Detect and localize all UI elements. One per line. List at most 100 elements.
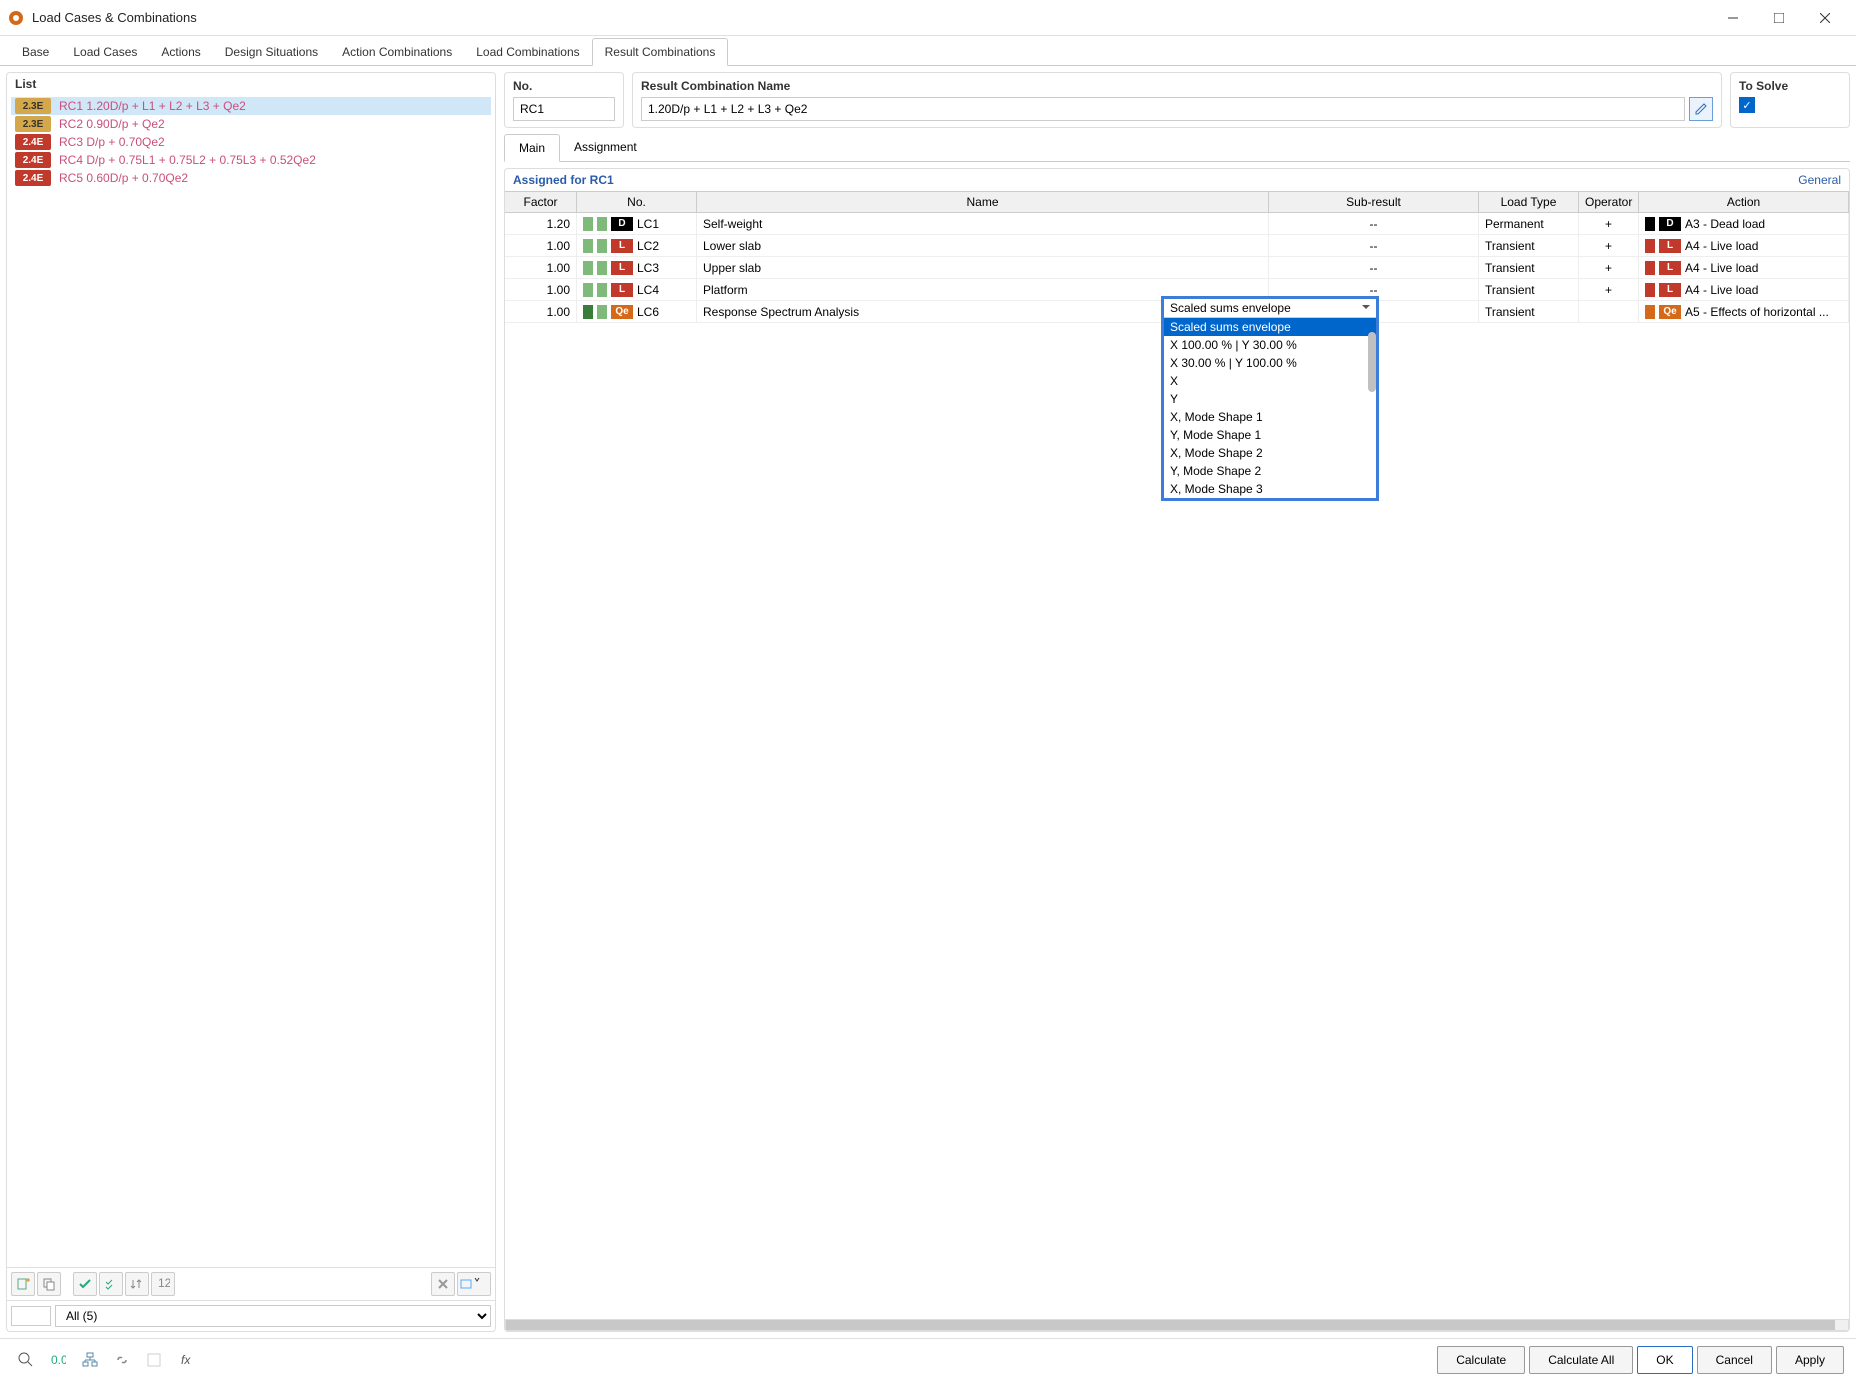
apply-button[interactable]: Apply <box>1776 1346 1844 1374</box>
type-badge: L <box>611 261 633 275</box>
table-row[interactable]: 1.20 D LC1 Self-weight -- Permanent + D … <box>505 213 1849 235</box>
col-no[interactable]: No. <box>577 192 697 212</box>
subtab-assignment[interactable]: Assignment <box>560 134 651 161</box>
maximize-button[interactable] <box>1756 2 1802 34</box>
function-icon[interactable]: fx <box>172 1346 200 1374</box>
dropdown-item[interactable]: Scaled sums envelope <box>1164 318 1376 336</box>
view-mode-icon[interactable] <box>457 1272 491 1296</box>
color-swatch <box>597 217 607 231</box>
tab-result-combinations[interactable]: Result Combinations <box>592 38 729 66</box>
list-item[interactable]: 2.3ERC2 0.90D/p + Qe2 <box>11 115 491 133</box>
dropdown-item[interactable]: X <box>1164 372 1376 390</box>
dropdown-item[interactable]: X 100.00 % | Y 30.00 % <box>1164 336 1376 354</box>
color-swatch <box>1645 283 1655 297</box>
cell-no: L LC4 <box>577 279 697 300</box>
dropdown-item[interactable]: X, Mode Shape 2 <box>1164 444 1376 462</box>
filter-select[interactable]: All (5) <box>55 1305 491 1327</box>
sort-icon[interactable] <box>125 1272 149 1296</box>
cell-action: Qe A5 - Effects of horizontal ... <box>1639 301 1849 322</box>
cell-factor: 1.00 <box>505 301 577 322</box>
dropdown-scrollbar[interactable] <box>1368 332 1376 392</box>
tab-action-combinations[interactable]: Action Combinations <box>330 39 464 65</box>
tree-icon[interactable] <box>76 1346 104 1374</box>
action-label: A4 - Live load <box>1685 283 1758 297</box>
tab-load-combinations[interactable]: Load Combinations <box>464 39 591 65</box>
cell-name: Lower slab <box>697 235 1269 256</box>
app-icon <box>8 10 24 26</box>
cell-sub: -- <box>1269 235 1479 256</box>
tab-design-situations[interactable]: Design Situations <box>213 39 330 65</box>
no-input[interactable] <box>513 97 615 121</box>
list-item[interactable]: 2.4ERC5 0.60D/p + 0.70Qe2 <box>11 169 491 187</box>
list-badge: 2.4E <box>15 152 51 168</box>
assignment-panel: Assigned for RC1 General Factor No. Name… <box>504 168 1850 1332</box>
list-item[interactable]: 2.4ERC3 D/p + 0.70Qe2 <box>11 133 491 151</box>
dropdown-selected[interactable]: Scaled sums envelope <box>1164 299 1376 317</box>
col-action[interactable]: Action <box>1639 192 1849 212</box>
list-container: 2.3ERC1 1.20D/p + L1 + L2 + L3 + Qe22.3E… <box>7 95 495 1267</box>
script-icon[interactable] <box>140 1346 168 1374</box>
sub-result-dropdown[interactable]: Scaled sums envelopeScaled sums envelope… <box>1161 296 1379 501</box>
copy-icon[interactable] <box>37 1272 61 1296</box>
zoom-icon[interactable] <box>12 1346 40 1374</box>
units-icon[interactable]: 0.00 <box>44 1346 72 1374</box>
ok-button[interactable]: OK <box>1637 1346 1692 1374</box>
svg-text:0.00: 0.00 <box>51 1353 66 1367</box>
calculate-all-button[interactable]: Calculate All <box>1529 1346 1633 1374</box>
color-swatch <box>583 261 593 275</box>
type-badge: L <box>611 239 633 253</box>
subtab-main[interactable]: Main <box>504 134 560 162</box>
dropdown-item[interactable]: Y, Mode Shape 2 <box>1164 462 1376 480</box>
dropdown-item[interactable]: X, Mode Shape 3 <box>1164 480 1376 498</box>
new-icon[interactable] <box>11 1272 35 1296</box>
list-toolbar: 12 <box>7 1267 495 1300</box>
dropdown-item[interactable]: X 30.00 % | Y 100.00 % <box>1164 354 1376 372</box>
color-swatch <box>583 305 593 319</box>
cell-factor: 1.00 <box>505 279 577 300</box>
cell-op: + <box>1579 235 1639 256</box>
action-label: A4 - Live load <box>1685 239 1758 253</box>
table-row[interactable]: 1.00 L LC2 Lower slab -- Transient + L A… <box>505 235 1849 257</box>
check-icon[interactable] <box>73 1272 97 1296</box>
col-name[interactable]: Name <box>697 192 1269 212</box>
edit-name-button[interactable] <box>1689 97 1713 121</box>
solve-checkbox[interactable]: ✓ <box>1739 97 1755 113</box>
col-sub[interactable]: Sub-result <box>1269 192 1479 212</box>
cell-no: Qe LC6 <box>577 301 697 322</box>
dropdown-item[interactable]: X, Mode Shape 1 <box>1164 408 1376 426</box>
dropdown-item[interactable]: Y <box>1164 390 1376 408</box>
col-load[interactable]: Load Type <box>1479 192 1579 212</box>
color-swatch <box>583 239 593 253</box>
tab-actions[interactable]: Actions <box>149 39 212 65</box>
name-input[interactable] <box>641 97 1685 121</box>
col-op[interactable]: Operator <box>1579 192 1639 212</box>
link-icon[interactable] <box>108 1346 136 1374</box>
list-item[interactable]: 2.3ERC1 1.20D/p + L1 + L2 + L3 + Qe2 <box>11 97 491 115</box>
no-field-group: No. <box>504 72 624 128</box>
color-swatch <box>1645 239 1655 253</box>
lc-label: LC1 <box>637 217 659 231</box>
cell-sub: -- <box>1269 257 1479 278</box>
tab-base[interactable]: Base <box>10 39 61 65</box>
col-factor[interactable]: Factor <box>505 192 577 212</box>
table-row[interactable]: 1.00 L LC3 Upper slab -- Transient + L A… <box>505 257 1849 279</box>
minimize-button[interactable] <box>1710 2 1756 34</box>
dropdown-item[interactable]: Y, Mode Shape 1 <box>1164 426 1376 444</box>
general-link[interactable]: General <box>1798 173 1841 187</box>
horizontal-scrollbar[interactable] <box>505 1319 1849 1331</box>
close-button[interactable] <box>1802 2 1848 34</box>
delete-icon[interactable] <box>431 1272 455 1296</box>
check-all-icon[interactable] <box>99 1272 123 1296</box>
cell-op: + <box>1579 213 1639 234</box>
calculate-button[interactable]: Calculate <box>1437 1346 1525 1374</box>
list-item-text: RC5 0.60D/p + 0.70Qe2 <box>59 171 188 185</box>
tab-load-cases[interactable]: Load Cases <box>61 39 149 65</box>
solve-field-group: To Solve ✓ <box>1730 72 1850 128</box>
list-badge: 2.3E <box>15 98 51 114</box>
list-item[interactable]: 2.4ERC4 D/p + 0.75L1 + 0.75L2 + 0.75L3 +… <box>11 151 491 169</box>
number-icon[interactable]: 12 <box>151 1272 175 1296</box>
cell-op <box>1579 301 1639 322</box>
filter-color[interactable] <box>11 1306 51 1326</box>
cancel-button[interactable]: Cancel <box>1697 1346 1772 1374</box>
cell-no: D LC1 <box>577 213 697 234</box>
